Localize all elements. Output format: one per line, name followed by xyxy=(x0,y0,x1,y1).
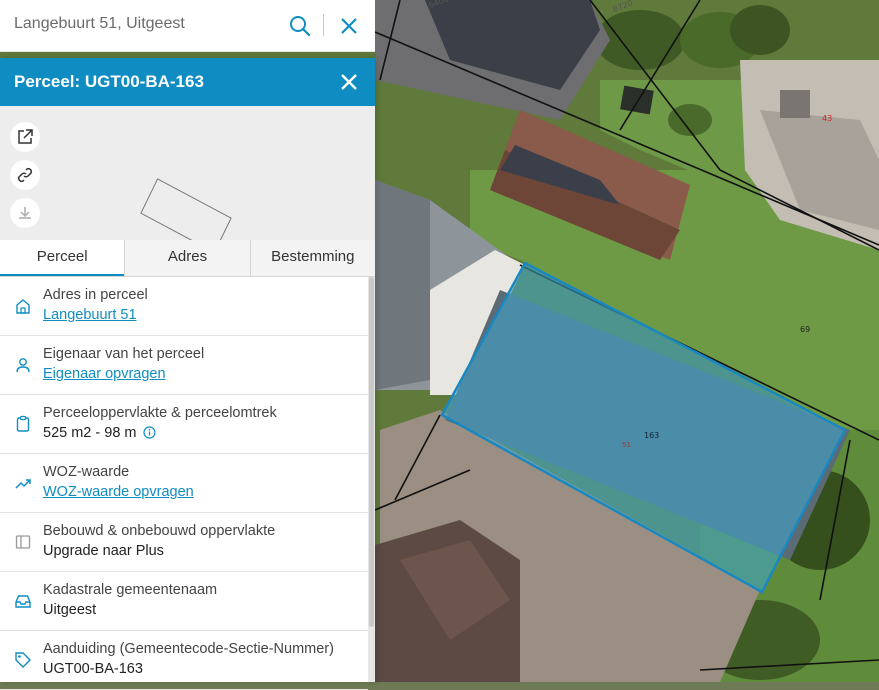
list-item-built-area: Bebouwd & onbebouwd oppervlakte Upgrade … xyxy=(0,513,368,572)
selected-parcel-label: 163 xyxy=(644,431,659,440)
trend-up-icon xyxy=(14,474,32,492)
row-label: Adres in perceel xyxy=(43,287,148,303)
parcel-panel: Perceel: UGT00-BA-163 Perceel Adres Best… xyxy=(0,58,375,690)
link-icon xyxy=(17,167,33,183)
parcel-details-list: Adres in perceel Langebuurt 51 Eigenaar … xyxy=(0,277,368,690)
row-label: Kadastrale gemeentenaam xyxy=(43,582,218,598)
panel-header: Perceel: UGT00-BA-163 xyxy=(0,58,375,106)
close-panel-icon[interactable] xyxy=(337,70,361,94)
person-icon xyxy=(14,356,32,374)
row-label: Bebouwd & onbebouwd oppervlakte xyxy=(43,523,276,539)
divider xyxy=(323,14,324,36)
row-label: Eigenaar van het perceel xyxy=(43,346,205,362)
panel-scrollbar[interactable] xyxy=(368,277,375,682)
area-text: 525 m2 - 98 m xyxy=(43,425,137,441)
designation-value: UGT00-BA-163 xyxy=(43,661,143,677)
sidebar-icon xyxy=(14,533,32,551)
external-link-button[interactable] xyxy=(10,122,40,152)
list-item-address: Adres in perceel Langebuurt 51 xyxy=(0,277,368,336)
area-value: 525 m2 - 98 m xyxy=(43,425,156,443)
house-number-label: 43 xyxy=(822,114,832,123)
tab-bestemming[interactable]: Bestemming xyxy=(249,240,375,276)
list-item-woz: WOZ-waarde WOZ-waarde opvragen xyxy=(0,454,368,513)
inbox-icon xyxy=(14,592,32,610)
clear-search-icon[interactable] xyxy=(337,14,361,38)
tag-icon xyxy=(14,651,32,669)
clipboard-icon xyxy=(14,415,32,433)
address-link[interactable]: Langebuurt 51 xyxy=(43,307,137,323)
woz-request-link[interactable]: WOZ-waarde opvragen xyxy=(43,484,194,500)
list-item-municipality: Kadastrale gemeentenaam Uitgeest xyxy=(0,572,368,631)
search-input[interactable]: Langebuurt 51, Uitgeest xyxy=(14,15,185,33)
row-label: Perceeloppervlakte & perceelomtrek xyxy=(43,405,277,421)
upgrade-text[interactable]: Upgrade naar Plus xyxy=(43,543,164,559)
list-item-area: Perceeloppervlakte & perceelomtrek 525 m… xyxy=(0,395,368,454)
list-item-designation: Aanduiding (Gemeentecode-Sectie-Nummer) … xyxy=(0,631,368,690)
external-link-icon xyxy=(18,129,33,144)
parcel-number-label: 69 xyxy=(800,325,810,334)
download-button[interactable] xyxy=(10,198,40,228)
parcel-preview xyxy=(0,106,375,254)
search-icon[interactable] xyxy=(288,14,312,38)
owner-request-link[interactable]: Eigenaar opvragen xyxy=(43,366,166,382)
house-number-label: 51 xyxy=(622,441,631,449)
download-icon xyxy=(19,207,31,219)
copy-link-button[interactable] xyxy=(10,160,40,190)
tab-perceel[interactable]: Perceel xyxy=(0,240,125,276)
info-icon[interactable] xyxy=(142,426,156,443)
tab-adres[interactable]: Adres xyxy=(124,240,249,276)
panel-tabs: Perceel Adres Bestemming xyxy=(0,240,375,277)
municipality-value: Uitgeest xyxy=(43,602,97,618)
panel-title: Perceel: UGT00-BA-163 xyxy=(14,72,204,91)
search-bar[interactable]: Langebuurt 51, Uitgeest xyxy=(0,0,375,52)
home-icon xyxy=(14,297,32,315)
list-item-owner: Eigenaar van het perceel Eigenaar opvrag… xyxy=(0,336,368,395)
row-label: WOZ-waarde xyxy=(43,464,130,480)
scrollbar-thumb[interactable] xyxy=(369,277,374,627)
row-label: Aanduiding (Gemeentecode-Sectie-Nummer) xyxy=(43,641,334,657)
